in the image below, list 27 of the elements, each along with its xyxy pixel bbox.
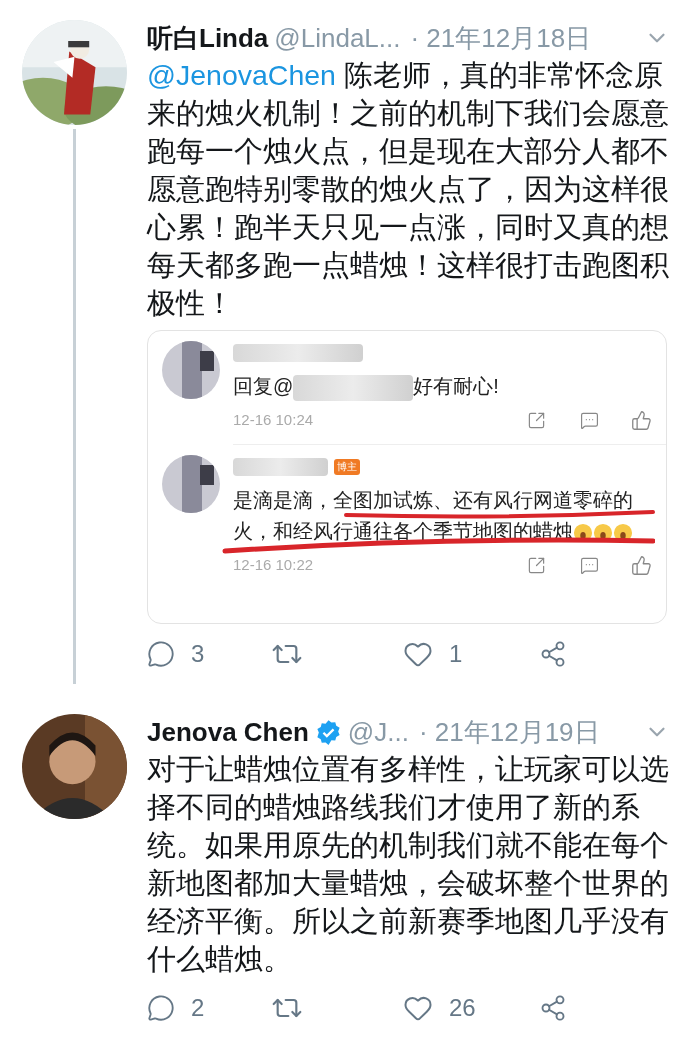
share-icon[interactable] bbox=[539, 640, 567, 668]
reply-icon[interactable] bbox=[147, 640, 175, 668]
user-handle: @LindaL... bbox=[274, 21, 401, 55]
comment-time: 12-16 10:24 bbox=[233, 409, 315, 430]
forward-icon[interactable] bbox=[527, 555, 546, 575]
tweet-text: @JenovaChen 陈老师，真的非常怀念原来的烛火机制！之前的机制下我们会愿意跑每一个烛火点，但是现在大部分人都不愿意跑特别零散的烛火点了，因为这样很心累！跑半天只见一点涨，同时又真的想每天都多跑一点蜡烛！这样很打击跑图积极性！ bbox=[147, 58, 670, 321]
reply-count: 2 bbox=[191, 993, 206, 1023]
reply-count: 3 bbox=[191, 639, 206, 669]
like-icon[interactable] bbox=[631, 554, 652, 576]
comment-icon[interactable] bbox=[580, 410, 599, 430]
share-icon[interactable] bbox=[539, 994, 567, 1022]
tweet-date: · 21年12月18日 bbox=[410, 21, 592, 55]
tweet-text: 对于让蜡烛位置有多样性，让玩家可以选择不同的蜡烛路线我们才使用了新的系统。如果用原先的机制我们就不能在每个新地图都加大量蜡烛，会破坏整个世界的经济平衡。所以之前新赛季地图几乎没有什么蜡烛。 bbox=[147, 752, 670, 977]
like-count: 1 bbox=[449, 639, 464, 669]
user-name[interactable]: 听白Linda bbox=[147, 18, 269, 58]
author-badge: 博主 bbox=[334, 459, 360, 475]
tweet-date: · 21年12月19日 bbox=[418, 715, 600, 749]
user-name[interactable]: Jenova Chen bbox=[147, 712, 309, 752]
user-handle: @J... bbox=[347, 715, 409, 749]
like-count: 26 bbox=[449, 993, 477, 1023]
comment-text: 回复@ bbox=[233, 375, 294, 397]
reply-icon[interactable] bbox=[147, 994, 175, 1022]
comment-text: 好有耐心! bbox=[413, 375, 499, 397]
comment-time: 12-16 10:22 bbox=[233, 554, 315, 575]
comment-icon[interactable] bbox=[580, 555, 599, 575]
forward-icon[interactable] bbox=[527, 410, 546, 430]
like-icon[interactable] bbox=[631, 409, 652, 431]
